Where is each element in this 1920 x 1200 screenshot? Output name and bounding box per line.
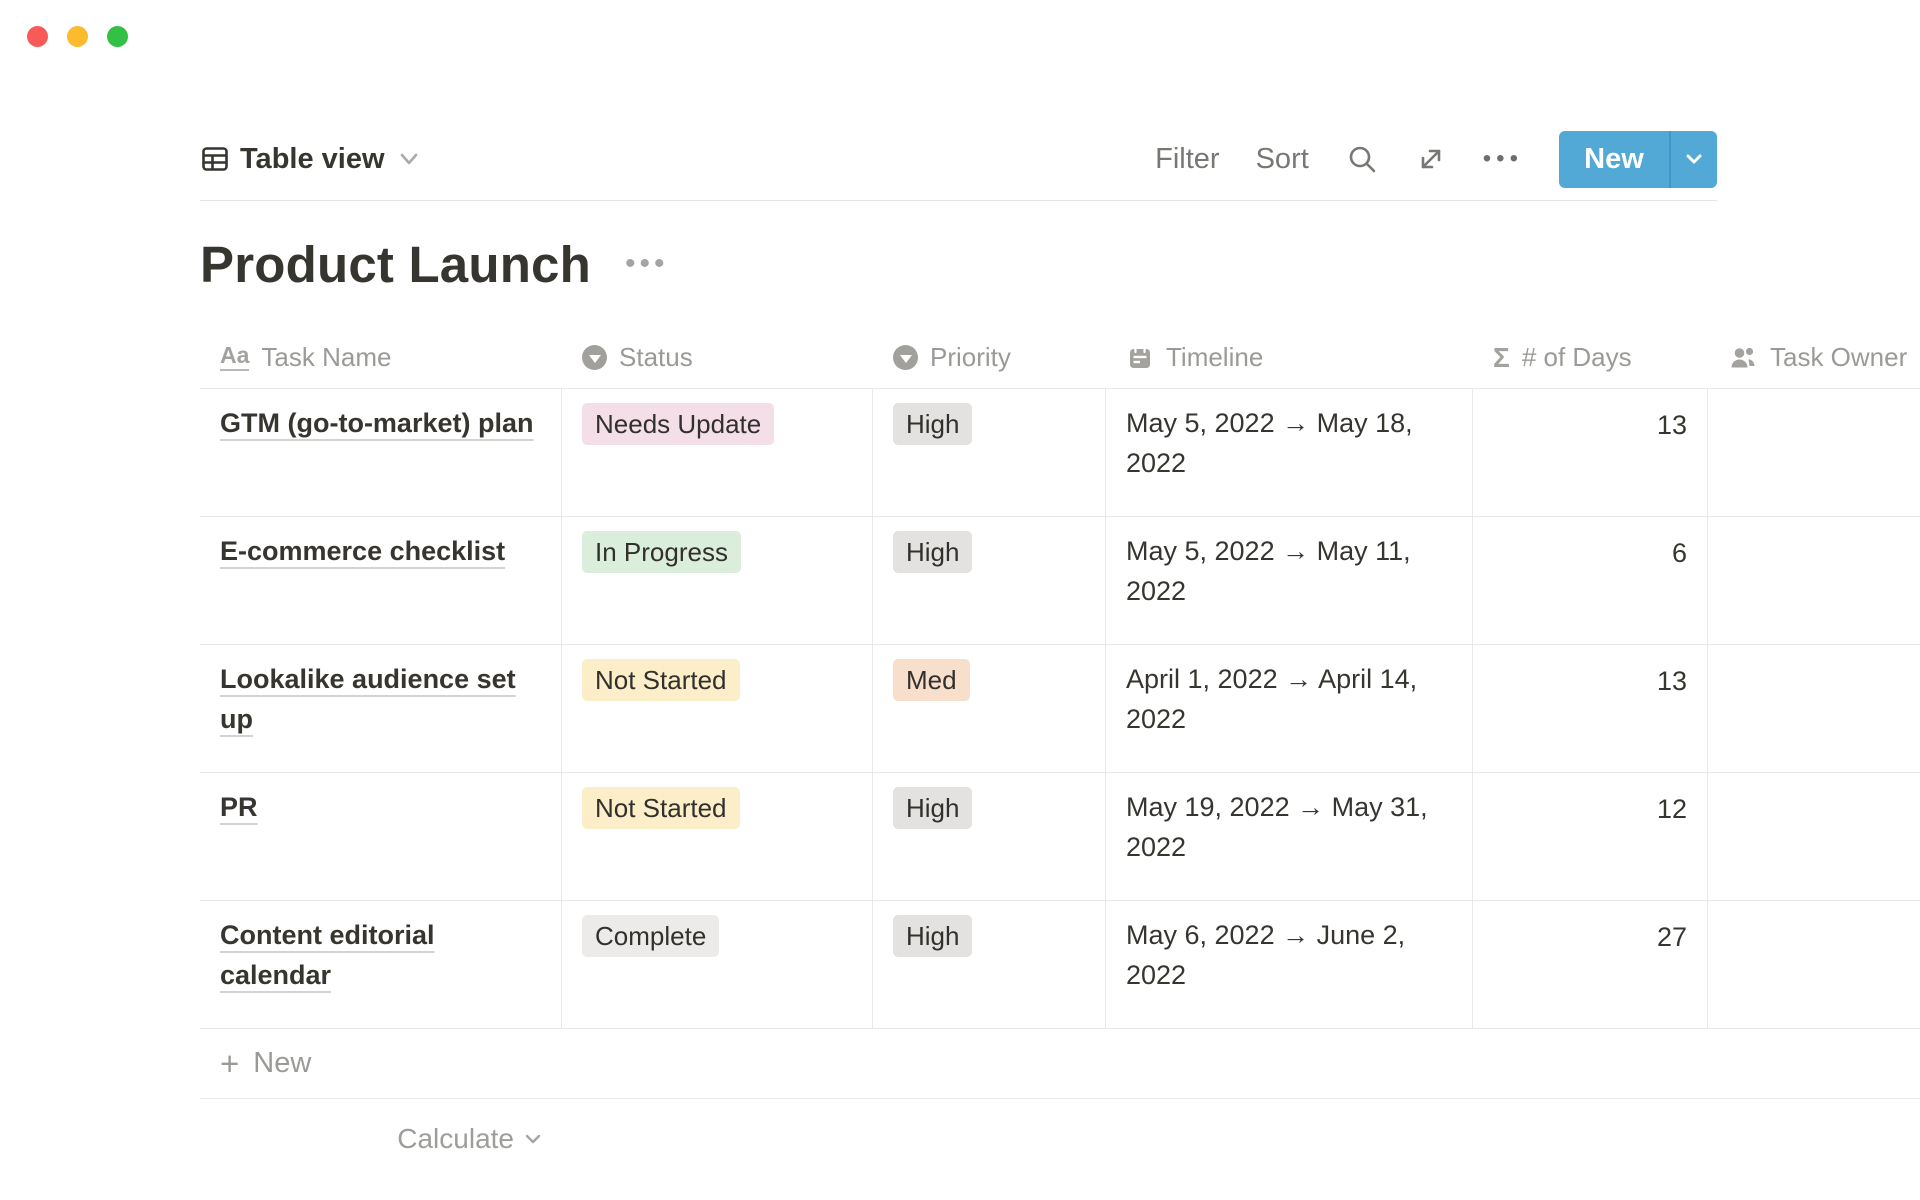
page-link[interactable]: E-commerce checklist bbox=[220, 536, 505, 566]
task-name-cell[interactable]: PR bbox=[200, 773, 562, 900]
timeline-cell[interactable]: May 6, 2022 → June 2, 2022 bbox=[1106, 901, 1473, 1028]
people-icon bbox=[1728, 343, 1758, 373]
expand-icon[interactable] bbox=[1415, 143, 1447, 175]
column-label: Priority bbox=[930, 342, 1011, 373]
minimize-window-button[interactable] bbox=[67, 26, 88, 47]
priority-cell[interactable]: High bbox=[873, 901, 1106, 1028]
zoom-window-button[interactable] bbox=[107, 26, 128, 47]
column-header-task-owner[interactable]: Task Owner bbox=[1708, 327, 1920, 388]
chevron-down-icon bbox=[522, 1128, 544, 1150]
days-cell[interactable]: 27 bbox=[1473, 901, 1708, 1028]
priority-badge: High bbox=[893, 915, 972, 957]
table-row: PR Not Started High May 19, 2022 → May 3… bbox=[200, 773, 1920, 901]
status-cell[interactable]: Not Started bbox=[562, 773, 873, 900]
select-property-icon bbox=[582, 345, 607, 370]
table-view-icon bbox=[200, 144, 230, 174]
search-icon[interactable] bbox=[1345, 142, 1379, 176]
status-badge: In Progress bbox=[582, 531, 741, 573]
status-cell[interactable]: Not Started bbox=[562, 645, 873, 772]
task-owner-cell[interactable] bbox=[1708, 517, 1920, 644]
days-cell[interactable]: 13 bbox=[1473, 389, 1708, 516]
status-badge: Complete bbox=[582, 915, 719, 957]
priority-cell[interactable]: High bbox=[873, 389, 1106, 516]
more-options-icon[interactable]: ••• bbox=[1483, 147, 1523, 171]
view-toolbar: Table view Filter Sort bbox=[200, 0, 1717, 200]
window-controls bbox=[27, 26, 128, 47]
priority-badge: High bbox=[893, 403, 972, 445]
priority-badge: Med bbox=[893, 659, 970, 701]
task-name-cell[interactable]: Lookalike audience set up bbox=[200, 645, 562, 772]
add-new-row-label: New bbox=[253, 1047, 311, 1080]
task-owner-cell[interactable] bbox=[1708, 901, 1920, 1028]
view-switcher[interactable]: Table view bbox=[200, 143, 423, 176]
plus-icon: + bbox=[220, 1047, 239, 1080]
title-more-icon[interactable]: ••• bbox=[625, 247, 669, 281]
timeline-cell[interactable]: May 5, 2022 → May 18, 2022 bbox=[1106, 389, 1473, 516]
timeline-cell[interactable]: May 19, 2022 → May 31, 2022 bbox=[1106, 773, 1473, 900]
column-label: # of Days bbox=[1522, 342, 1632, 373]
column-header-days[interactable]: Σ # of Days bbox=[1473, 327, 1708, 388]
page-link[interactable]: Lookalike audience set up bbox=[220, 664, 516, 734]
view-name-label: Table view bbox=[240, 143, 385, 176]
select-property-icon bbox=[893, 345, 918, 370]
days-cell[interactable]: 6 bbox=[1473, 517, 1708, 644]
table-row: GTM (go-to-market) plan Needs Update Hig… bbox=[200, 389, 1920, 517]
table-row: Lookalike audience set up Not Started Me… bbox=[200, 645, 1920, 773]
column-label: Task Name bbox=[261, 342, 391, 373]
close-window-button[interactable] bbox=[27, 26, 48, 47]
chevron-down-icon bbox=[395, 145, 423, 173]
page-link[interactable]: GTM (go-to-market) plan bbox=[220, 408, 533, 438]
status-badge: Not Started bbox=[582, 659, 740, 701]
status-badge: Not Started bbox=[582, 787, 740, 829]
toolbar-actions: Filter Sort ••• New bbox=[1155, 131, 1717, 188]
sort-button[interactable]: Sort bbox=[1256, 143, 1309, 176]
calculate-button[interactable]: Calculate bbox=[200, 1113, 562, 1165]
filter-button[interactable]: Filter bbox=[1155, 143, 1219, 176]
priority-cell[interactable]: High bbox=[873, 517, 1106, 644]
add-new-row-button[interactable]: + New bbox=[200, 1029, 1920, 1099]
status-cell[interactable]: In Progress bbox=[562, 517, 873, 644]
column-header-priority[interactable]: Priority bbox=[873, 327, 1106, 388]
page-link[interactable]: PR bbox=[220, 792, 258, 822]
page-title[interactable]: Product Launch bbox=[200, 235, 591, 294]
days-cell[interactable]: 12 bbox=[1473, 773, 1708, 900]
title-row: Product Launch ••• bbox=[200, 227, 1920, 301]
new-button[interactable]: New bbox=[1559, 131, 1717, 188]
table-header-row: Aa Task Name Status Priority Timeline bbox=[200, 327, 1920, 389]
task-name-cell[interactable]: Content editorial calendar bbox=[200, 901, 562, 1028]
timeline-cell[interactable]: April 1, 2022 → April 14, 2022 bbox=[1106, 645, 1473, 772]
notion-page: Table view Filter Sort bbox=[200, 0, 1920, 1165]
column-label: Task Owner bbox=[1770, 342, 1907, 373]
priority-cell[interactable]: High bbox=[873, 773, 1106, 900]
toolbar-divider bbox=[200, 200, 1717, 201]
task-name-cell[interactable]: GTM (go-to-market) plan bbox=[200, 389, 562, 516]
new-button-dropdown-icon[interactable] bbox=[1671, 131, 1717, 188]
priority-badge: High bbox=[893, 787, 972, 829]
column-header-task-name[interactable]: Aa Task Name bbox=[200, 327, 562, 388]
calendar-icon bbox=[1126, 344, 1154, 372]
column-label: Status bbox=[619, 342, 693, 373]
text-property-icon: Aa bbox=[220, 344, 249, 371]
formula-sum-icon: Σ bbox=[1493, 344, 1510, 372]
table-row: Content editorial calendar Complete High… bbox=[200, 901, 1920, 1029]
priority-badge: High bbox=[893, 531, 972, 573]
column-header-timeline[interactable]: Timeline bbox=[1106, 327, 1473, 388]
status-cell[interactable]: Complete bbox=[562, 901, 873, 1028]
days-cell[interactable]: 13 bbox=[1473, 645, 1708, 772]
table-row: E-commerce checklist In Progress High Ma… bbox=[200, 517, 1920, 645]
column-label: Timeline bbox=[1166, 342, 1263, 373]
column-header-status[interactable]: Status bbox=[562, 327, 873, 388]
new-button-label[interactable]: New bbox=[1559, 131, 1669, 188]
calculate-label: Calculate bbox=[397, 1123, 514, 1155]
status-cell[interactable]: Needs Update bbox=[562, 389, 873, 516]
task-owner-cell[interactable] bbox=[1708, 389, 1920, 516]
task-owner-cell[interactable] bbox=[1708, 773, 1920, 900]
priority-cell[interactable]: Med bbox=[873, 645, 1106, 772]
status-badge: Needs Update bbox=[582, 403, 774, 445]
timeline-cell[interactable]: May 5, 2022 → May 11, 2022 bbox=[1106, 517, 1473, 644]
task-owner-cell[interactable] bbox=[1708, 645, 1920, 772]
page-link[interactable]: Content editorial calendar bbox=[220, 920, 435, 990]
task-name-cell[interactable]: E-commerce checklist bbox=[200, 517, 562, 644]
